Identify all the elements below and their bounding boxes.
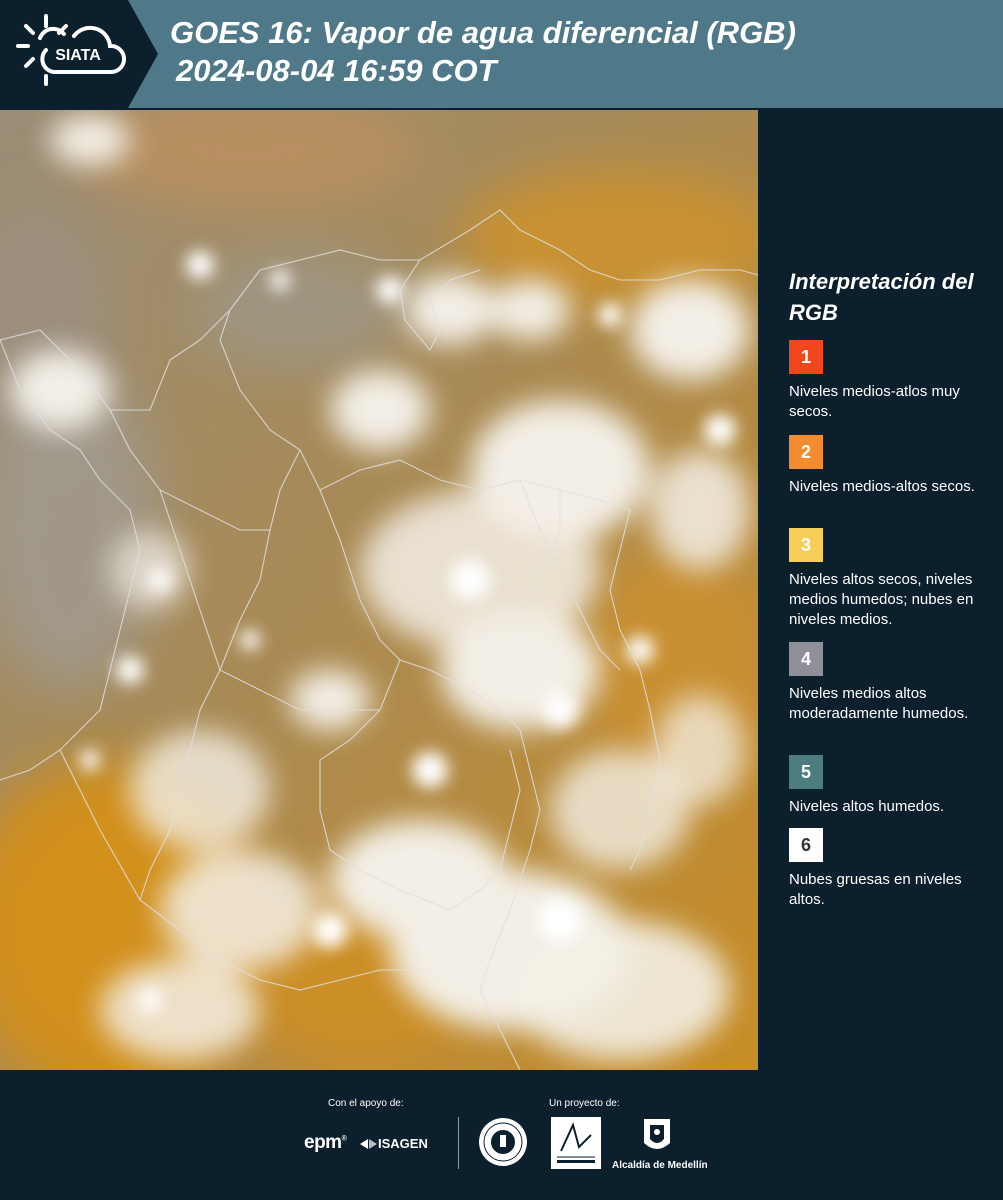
area-metropolitana-logo [551, 1117, 601, 1169]
footer: Con el apoyo de: Un proyecto de: epm® IS… [0, 1070, 1003, 1200]
alcaldia-label: Alcaldía de Medellín [612, 1160, 708, 1171]
siata-logo-text: SIATA [55, 47, 101, 64]
support-label: Con el apoyo de: [328, 1098, 404, 1109]
isagen-logo-text: ISAGEN [378, 1136, 428, 1151]
satellite-map [0, 110, 758, 1070]
legend-item-3: 3 Niveles altos secos, niveles medios hu… [789, 528, 1001, 630]
legend-label-2: Niveles medios-altos secos. [789, 478, 975, 495]
area-metropolitana-icon [557, 1122, 595, 1163]
legend-label-3: Niveles altos secos, niveles medios hume… [789, 571, 974, 628]
alcaldia-shield-icon [644, 1119, 670, 1149]
epm-logo-text: epm [304, 1132, 342, 1153]
legend-item-6: 6 Nubes gruesas en niveles altos. [789, 828, 1001, 910]
legend-label-5: Niveles altos humedos. [789, 798, 945, 815]
title-line-2: 2024-08-04 16:59 COT [176, 53, 497, 88]
legend-swatch-3: 3 [789, 528, 823, 562]
isagen-icon [360, 1138, 377, 1149]
legend-item-2: 2 Niveles medios-altos secos. [789, 435, 1001, 497]
legend-item-5: 5 Niveles altos humedos. [789, 755, 1001, 817]
legend-swatch-4: 4 [789, 642, 823, 676]
legend-swatch-6: 6 [789, 828, 823, 862]
page-title: GOES 16: Vapor de agua diferencial (RGB)… [170, 14, 796, 90]
siata-logo: SIATA [0, 0, 158, 108]
legend-label-1: Niveles medios-atlos muy secos. [789, 383, 960, 420]
footer-divider [458, 1117, 459, 1169]
header: SIATA GOES 16: Vapor de agua diferencial… [0, 0, 1003, 108]
legend-swatch-2: 2 [789, 435, 823, 469]
isagen-logo: ISAGEN [360, 1136, 428, 1151]
legend-item-4: 4 Niveles medios altos moderadamente hum… [789, 642, 1001, 724]
legend-label-6: Nubes gruesas en niveles altos. [789, 871, 962, 908]
legend-panel: Interpretación del RGB 1 Niveles medios-… [760, 110, 1003, 1070]
medellin-seal-icon [479, 1118, 527, 1166]
project-label: Un proyecto de: [549, 1098, 620, 1109]
legend-label-4: Niveles medios altos moderadamente humed… [789, 685, 969, 722]
legend-swatch-5: 5 [789, 755, 823, 789]
legend-item-1: 1 Niveles medios-atlos muy secos. [789, 340, 1001, 422]
epm-logo: epm® [304, 1132, 347, 1153]
legend-title: Interpretación del RGB [789, 269, 974, 325]
satellite-imagery [0, 110, 758, 1070]
title-line-1: GOES 16: Vapor de agua diferencial (RGB) [170, 15, 796, 50]
sun-cloud-icon: SIATA [16, 14, 126, 86]
legend-swatch-1: 1 [789, 340, 823, 374]
